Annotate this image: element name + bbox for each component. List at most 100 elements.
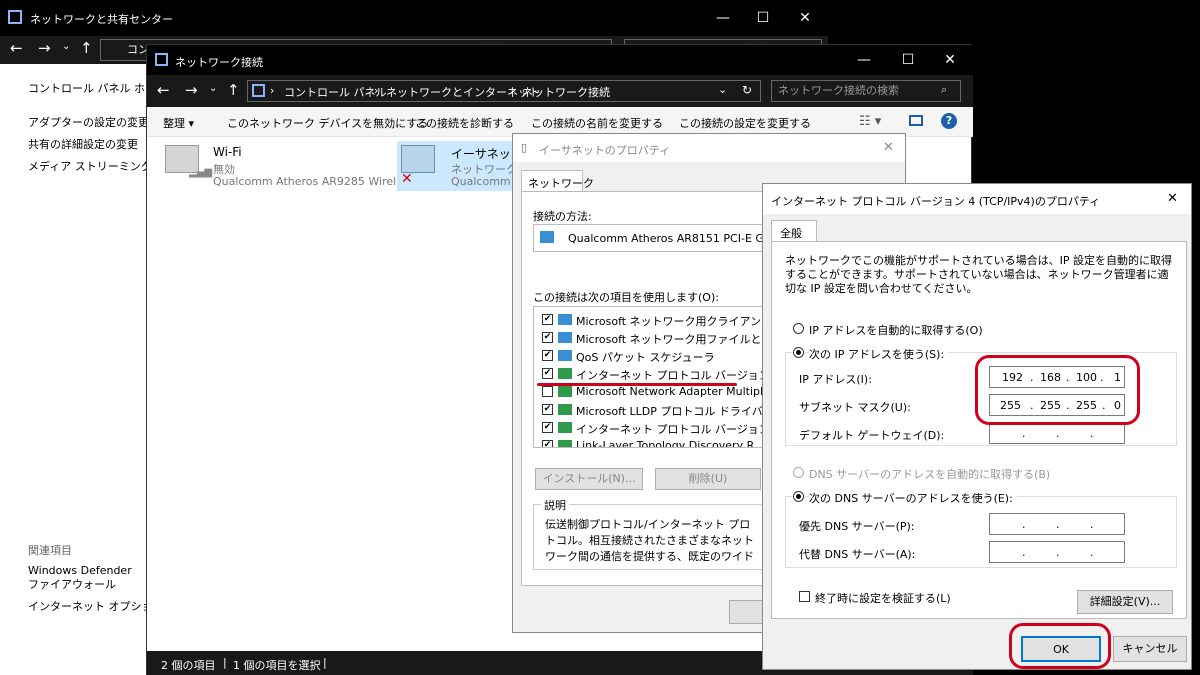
- forward-arrow-icon[interactable]: →: [185, 81, 198, 99]
- item-checkbox[interactable]: ✔: [542, 404, 553, 415]
- rename-button[interactable]: この接続の名前を変更する: [531, 115, 663, 131]
- validate-label[interactable]: 終了時に設定を検証する(L): [815, 590, 951, 606]
- ethernet-adapter-icon: [401, 145, 435, 173]
- conn-search-input[interactable]: ネットワーク接続の検索: [771, 80, 961, 102]
- manual-ip-label[interactable]: 次の IP アドレスを使う(S):: [809, 346, 949, 362]
- view-options-icon[interactable]: ☷ ▾: [859, 114, 881, 129]
- breadcrumb-control-panel[interactable]: コントロール パネル: [284, 84, 387, 100]
- protocol-icon: [558, 386, 572, 397]
- validate-checkbox[interactable]: [799, 591, 810, 602]
- manual-ip-radio[interactable]: [793, 347, 804, 358]
- organize-menu[interactable]: 整理 ▾: [163, 115, 194, 131]
- ipv4-tab-general[interactable]: 全般: [771, 220, 817, 242]
- change-settings-button[interactable]: この接続の設定を変更する: [679, 115, 811, 131]
- remove-button[interactable]: 削除(U): [655, 468, 761, 490]
- search-icon[interactable]: ⌕: [941, 83, 947, 97]
- history-dropdown-icon[interactable]: ⌄: [209, 83, 217, 94]
- maximize-button[interactable]: ☐: [740, 3, 786, 33]
- ip-address-label: IP アドレス(I):: [799, 373, 872, 386]
- list-item[interactable]: ✔ Microsoft ネットワーク用クライアント: [534, 311, 764, 329]
- install-button[interactable]: インストール(N)...: [535, 468, 643, 490]
- back-titlebar: ネットワークと共有センター — ☐ ✕: [0, 0, 828, 36]
- item-checkbox[interactable]: ✔: [542, 440, 553, 447]
- list-item[interactable]: ✔ Microsoft LLDP プロトコル ドライバー: [534, 401, 764, 419]
- service-icon: [558, 350, 572, 361]
- items-label: この接続は次の項目を使用します(O):: [533, 291, 719, 304]
- preferred-dns-field[interactable]: ...: [989, 513, 1125, 535]
- protocol-icon: [558, 368, 572, 379]
- item-checkbox[interactable]: ✔: [542, 332, 553, 343]
- conn-address-bar[interactable]: › コントロール パネル › ネットワークとインターネット › ネットワーク接続…: [247, 80, 761, 102]
- diagnose-button[interactable]: この接続を診断する: [415, 115, 514, 131]
- up-arrow-icon[interactable]: ↑: [80, 39, 93, 57]
- item-checkbox[interactable]: [542, 386, 553, 397]
- help-icon[interactable]: ?: [941, 113, 957, 129]
- manual-dns-label[interactable]: 次の DNS サーバーのアドレスを使う(E):: [809, 490, 1017, 506]
- item-checkbox[interactable]: ✔: [542, 314, 553, 325]
- sidebar-item-streaming[interactable]: メディア ストリーミング オプション: [28, 158, 146, 174]
- ethernet-icon: ▯: [521, 141, 528, 154]
- close-icon[interactable]: ✕: [1167, 191, 1178, 206]
- up-arrow-icon[interactable]: ↑: [227, 81, 240, 99]
- related-internet-options-link[interactable]: インターネット オプション: [28, 598, 164, 614]
- back-window-title: ネットワークと共有センター: [30, 13, 173, 26]
- advanced-button[interactable]: 詳細設定(V)...: [1077, 590, 1173, 614]
- ipv4-properties-dialog: インターネット プロトコル バージョン 4 (TCP/IPv4)のプロパティ ✕…: [762, 183, 1192, 670]
- disconnected-x-icon: ✕: [401, 171, 413, 187]
- description-text: 伝送制御プロトコル/インターネット プロトコル。相互接続されたさまざまなネットワ…: [545, 518, 754, 563]
- sidebar-item-sharing[interactable]: 共有の詳細設定の変更: [28, 136, 138, 152]
- list-item[interactable]: ✔インターネット プロトコル バージョン 6 (TCP/I: [534, 419, 764, 437]
- refresh-icon[interactable]: ↻: [742, 83, 752, 97]
- related-heading: 関連項目: [28, 544, 72, 557]
- close-icon[interactable]: ✕: [883, 140, 894, 155]
- ok-button-highlight: [1009, 623, 1111, 669]
- cancel-button[interactable]: キャンセル: [1113, 636, 1187, 662]
- back-arrow-icon[interactable]: ←: [10, 39, 23, 57]
- eth-ok-button[interactable]: [729, 600, 765, 624]
- item-checkbox[interactable]: ✔: [542, 368, 553, 379]
- status-item-count: 2 個の項目: [161, 659, 216, 672]
- minimize-button[interactable]: —: [841, 45, 887, 75]
- ipv4-dialog-title: インターネット プロトコル バージョン 4 (TCP/IPv4)のプロパティ: [771, 195, 1101, 208]
- maximize-button[interactable]: ☐: [885, 45, 931, 75]
- auto-ip-radio[interactable]: [793, 323, 804, 334]
- close-button[interactable]: ✕: [782, 3, 828, 33]
- adapter-wifi[interactable]: ▂▄▆ Wi-Fi 無効 Qualcomm Atheros AR9285 Wir…: [161, 141, 407, 189]
- auto-ip-label[interactable]: IP アドレスを自動的に取得する(O): [809, 322, 983, 338]
- subnet-mask-label: サブネット マスク(U):: [799, 401, 911, 414]
- back-arrow-icon[interactable]: ←: [157, 81, 170, 99]
- disable-device-button[interactable]: このネットワーク デバイスを無効にする: [227, 115, 428, 131]
- status-selected-count: 1 個の項目を選択: [233, 659, 321, 672]
- back-sidebar: コントロール パネル ホーム アダプターの設定の変更 共有の詳細設定の変更 メデ…: [0, 64, 167, 675]
- breadcrumb-network-internet[interactable]: ネットワークとインターネット: [386, 84, 540, 100]
- auto-dns-radio[interactable]: [793, 467, 804, 478]
- adapter-name: Wi-Fi: [213, 145, 242, 159]
- gateway-field[interactable]: ...: [989, 422, 1125, 444]
- forward-arrow-icon[interactable]: →: [38, 39, 51, 57]
- list-item[interactable]: ✔Microsoft ネットワーク用ファイルとプリンター: [534, 329, 764, 347]
- close-button[interactable]: ✕: [927, 45, 973, 75]
- ipv4-titlebar: インターネット プロトコル バージョン 4 (TCP/IPv4)のプロパティ ✕: [763, 184, 1191, 214]
- item-checkbox[interactable]: ✔: [542, 422, 553, 433]
- list-item[interactable]: ✔インターネット プロトコル バージョン 4 (TCP/I: [534, 365, 764, 383]
- eth-tab-network[interactable]: ネットワーク: [521, 170, 594, 192]
- address-dropdown-icon[interactable]: ⌄: [718, 83, 727, 96]
- preview-pane-icon[interactable]: [909, 115, 923, 126]
- list-item[interactable]: ✔ Link-Layer Topology Discovery R: [534, 437, 764, 447]
- alternate-dns-field[interactable]: ...: [989, 541, 1125, 563]
- connect-using-label: 接続の方法:: [533, 210, 592, 223]
- auto-dns-label[interactable]: DNS サーバーのアドレスを自動的に取得する(B): [809, 466, 1050, 482]
- history-dropdown-icon[interactable]: ⌄: [62, 41, 70, 52]
- related-firewall-link[interactable]: Windows Defender ファイアウォール: [28, 564, 146, 592]
- list-item[interactable]: ✔ QoS パケット スケジューラ: [534, 347, 764, 365]
- service-icon: [558, 332, 572, 343]
- item-checkbox[interactable]: ✔: [542, 350, 553, 361]
- adapter-ethernet[interactable]: ✕ イーサネット ネットワーク ケ Qualcomm A: [397, 141, 532, 191]
- components-list[interactable]: ✔ Microsoft ネットワーク用クライアント ✔ Microsoft ネットワ…: [533, 306, 765, 448]
- eth-dialog-title: イーサネットのプロパティ: [539, 144, 671, 157]
- network-adapter-icon: [540, 231, 554, 243]
- alternate-dns-label: 代替 DNS サーバー(A):: [799, 548, 916, 561]
- sidebar-item-adapter[interactable]: アダプターの設定の変更: [28, 114, 149, 130]
- breadcrumb-network-connections[interactable]: ネットワーク接続: [522, 84, 610, 100]
- manual-dns-radio[interactable]: [793, 491, 804, 502]
